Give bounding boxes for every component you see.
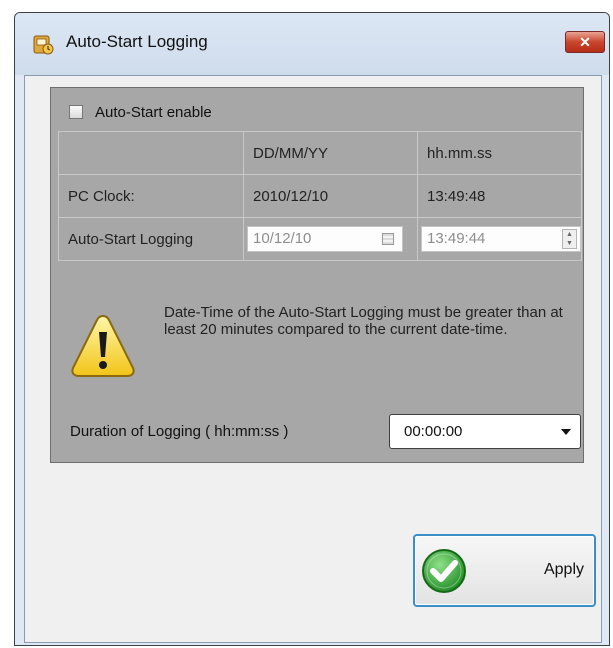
settings-panel: Auto-Start enable DD/MM/YY hh.mm.ss PC C… [50,87,584,463]
auto-start-logging-window: Auto-Start Logging ✕ Auto-Start enable D… [14,12,610,646]
auto-start-enable-checkbox[interactable] [69,105,83,119]
calendar-icon[interactable] [382,233,394,245]
grid-header-time: hh.mm.ss [417,131,582,175]
dialog-body: Auto-Start enable DD/MM/YY hh.mm.ss PC C… [24,75,602,643]
auto-start-date-value: 10/12/10 [253,230,312,247]
duration-value: 00:00:00 [404,423,463,440]
auto-start-date-cell: 10/12/10 [243,217,418,261]
duration-label: Duration of Logging ( hh:mm:ss ) [70,423,289,440]
close-button[interactable]: ✕ [565,31,605,53]
auto-start-logging-row: Auto-Start Logging 10/12/10 13:49:44 ▲ ▼ [58,217,582,261]
auto-start-logging-label: Auto-Start Logging [58,217,244,261]
window-title: Auto-Start Logging [66,32,208,51]
auto-start-date-picker[interactable]: 10/12/10 [247,226,403,252]
chevron-down-icon[interactable] [561,429,571,435]
close-icon: ✕ [579,34,591,50]
datetime-grid: DD/MM/YY hh.mm.ss PC Clock: 2010/12/10 1… [58,131,582,261]
auto-start-time-cell: 13:49:44 ▲ ▼ [417,217,582,261]
auto-start-time-spinner[interactable]: 13:49:44 ▲ ▼ [421,226,581,252]
pc-clock-time: 13:49:48 [417,174,582,218]
auto-start-enable-label[interactable]: Auto-Start enable [95,104,212,121]
logger-app-icon [32,33,54,55]
pc-clock-row: PC Clock: 2010/12/10 13:49:48 [58,174,582,218]
warning-message: Date-Time of the Auto-Start Logging must… [164,304,563,338]
warning-icon [70,312,136,380]
auto-start-time-value: 13:49:44 [427,230,486,247]
title-bar[interactable]: Auto-Start Logging ✕ [15,13,609,75]
apply-button-label[interactable]: Apply [544,561,584,579]
pc-clock-date: 2010/12/10 [243,174,418,218]
checkmark-icon [420,547,468,595]
grid-header-row: DD/MM/YY hh.mm.ss [58,131,582,175]
apply-button[interactable]: Apply [413,534,596,607]
grid-header-blank [58,131,244,175]
grid-header-date: DD/MM/YY [243,131,418,175]
duration-select[interactable]: 00:00:00 [389,414,581,449]
pc-clock-label: PC Clock: [58,174,244,218]
spin-arrows-icon[interactable]: ▲ ▼ [562,229,577,249]
